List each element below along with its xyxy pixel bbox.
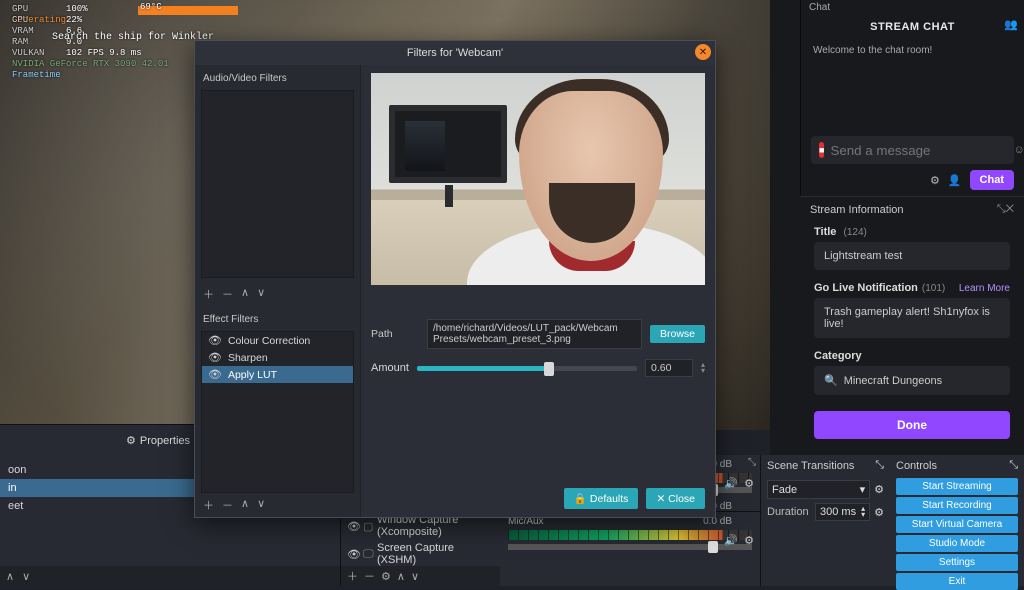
filters-dialog: Filters for 'Webcam' ✕ Audio/Video Filte… [194, 40, 716, 518]
studio-mode-button[interactable]: Studio Mode [896, 535, 1018, 552]
step-down-icon[interactable]: ▾ [701, 368, 705, 374]
effect-filter-item[interactable]: 👁Colour Correction [202, 332, 353, 349]
gear-icon[interactable]: ⚙ [874, 483, 884, 496]
move-up-icon[interactable]: ∧ [241, 286, 249, 302]
title-input[interactable]: Lightstream test [814, 242, 1010, 270]
dialog-title: Filters for 'Webcam' [407, 47, 503, 59]
move-down-icon[interactable]: ∨ [257, 497, 265, 513]
gear-icon: ⚙ [126, 434, 136, 447]
speaker-icon[interactable]: 🔊 [724, 534, 738, 547]
category-label: Category [814, 350, 862, 362]
add-icon[interactable]: ＋ [347, 568, 358, 584]
effect-filters-list: 👁Colour Correction 👁Sharpen 👁Apply LUT [201, 331, 354, 493]
title-count: (124) [843, 227, 866, 238]
amount-value[interactable]: 0.60 [645, 359, 693, 377]
speaker-icon[interactable]: 🔊 [724, 477, 738, 490]
audio-meter [508, 530, 752, 540]
stream-chat-panel: Chat 👥 STREAM CHAT Welcome to the chat r… [800, 0, 1024, 196]
panel-title: Scene Transitions [767, 460, 854, 472]
add-icon[interactable]: ＋ [203, 286, 214, 302]
remove-icon[interactable]: － [222, 286, 233, 302]
source-item[interactable]: 👁🖵Screen Capture (XSHM) [341, 540, 500, 568]
path-input[interactable]: /home/richard/Videos/LUT_pack/Webcam Pre… [427, 319, 642, 349]
volume-slider[interactable] [508, 544, 752, 550]
audio-filters-label: Audio/Video Filters [195, 65, 360, 88]
eye-icon[interactable]: 👁 [208, 334, 222, 347]
user-icon[interactable]: 👤 [948, 174, 962, 187]
effect-filters-label: Effect Filters [195, 306, 360, 329]
eye-icon[interactable]: 👁 [208, 351, 222, 364]
done-button[interactable]: Done [814, 411, 1010, 439]
window-icon: ▢ [363, 520, 373, 533]
eye-icon[interactable]: 👁 [208, 368, 222, 381]
start-streaming-button[interactable]: Start Streaming [896, 478, 1018, 495]
close-icon[interactable]: ✕ [695, 44, 711, 60]
settings-button[interactable]: Settings [896, 554, 1018, 571]
golive-label: Go Live Notification [814, 282, 918, 294]
chat-input-row: ■ ☺ [811, 136, 1014, 164]
users-icon[interactable]: 👥 [1004, 18, 1018, 31]
eye-icon[interactable]: 👁 [347, 548, 359, 561]
learn-more-link[interactable]: Learn More [959, 283, 1010, 294]
remove-icon[interactable]: － [364, 568, 375, 584]
add-icon[interactable]: ＋ [203, 497, 214, 513]
defaults-button[interactable]: 🔒 Defaults [564, 488, 639, 509]
controls-panel: Controls ⤡ Start Streaming Start Recordin… [890, 455, 1024, 586]
browse-button[interactable]: Browse [650, 325, 705, 343]
effect-filter-item[interactable]: 👁Sharpen [202, 349, 353, 366]
performance-overlay: GPU100% Generating CPU22% VRAM6.6 RAM9.0… [12, 4, 169, 81]
golive-input[interactable]: Trash gameplay alert! Sh1nyfox is live! [814, 298, 1010, 338]
transition-select[interactable]: Fade▾ [767, 480, 870, 499]
category-input[interactable]: 🔍 Minecraft Dungeons [814, 366, 1010, 395]
move-up-icon[interactable]: ∧ [241, 497, 249, 513]
popout-icon[interactable]: ⤡ [875, 459, 884, 472]
move-up-icon[interactable]: ∧ [397, 570, 405, 583]
effect-filter-item[interactable]: 👁Apply LUT [202, 366, 353, 383]
remove-icon[interactable]: － [222, 497, 233, 513]
eye-icon[interactable]: 👁 [347, 520, 359, 533]
close-button[interactable]: ✕ Close [646, 488, 705, 509]
chat-send-button[interactable]: Chat [970, 170, 1014, 190]
start-virtual-camera-button[interactable]: Start Virtual Camera [896, 516, 1018, 533]
camera-icon[interactable]: ■ [819, 142, 824, 158]
chat-welcome: Welcome to the chat room! [801, 39, 1024, 62]
audio-filters-list[interactable] [201, 90, 354, 278]
duration-label: Duration [767, 506, 811, 518]
move-down-icon[interactable]: ∨ [411, 570, 419, 583]
stream-info-panel: Stream Information ⤡✕ Title (124) Lightst… [800, 196, 1024, 455]
gear-icon[interactable]: ⚙ [874, 506, 884, 519]
amount-label: Amount [371, 362, 409, 374]
panel-title: Controls [896, 460, 937, 472]
gear-icon[interactable]: ⚙ [381, 570, 391, 583]
chat-title: STREAM CHAT [801, 15, 1024, 39]
duration-input[interactable]: 300 ms▴▾ [815, 503, 870, 521]
chevron-down-icon: ▾ [860, 483, 866, 496]
popout-icon[interactable]: ⤡ [1009, 459, 1018, 472]
search-icon: 🔍 [824, 374, 838, 387]
gear-icon[interactable]: ⚙ [744, 534, 754, 547]
properties-button[interactable]: Properties [140, 435, 190, 447]
chat-tab[interactable]: Chat [801, 0, 1024, 15]
filter-preview [371, 73, 705, 285]
exit-button[interactable]: Exit [896, 573, 1018, 590]
move-down-icon[interactable]: ∨ [257, 286, 265, 302]
start-recording-button[interactable]: Start Recording [896, 497, 1018, 514]
chevron-up-icon[interactable]: ∧ [6, 570, 14, 583]
gear-icon[interactable]: ⚙ [744, 477, 754, 490]
chat-input[interactable] [830, 143, 1007, 158]
popout-icon[interactable]: ⤡✕ [997, 203, 1014, 216]
emoji-icon[interactable]: ☺ [1013, 144, 1024, 156]
amount-slider[interactable] [417, 366, 637, 371]
screen-icon: 🖵 [363, 548, 373, 561]
title-label: Title [814, 226, 836, 238]
gear-icon[interactable]: ⚙ [930, 174, 940, 187]
scene-transitions-panel: Scene Transitions ⤡ Fade▾ ⚙ Duration 300 … [760, 455, 890, 586]
dialog-titlebar[interactable]: Filters for 'Webcam' ✕ [195, 41, 715, 65]
quest-text: Search the ship for Winkler [52, 32, 214, 43]
chevron-down-icon[interactable]: ∨ [22, 570, 30, 583]
panel-title: Stream Information [810, 204, 904, 216]
path-label: Path [371, 328, 419, 340]
